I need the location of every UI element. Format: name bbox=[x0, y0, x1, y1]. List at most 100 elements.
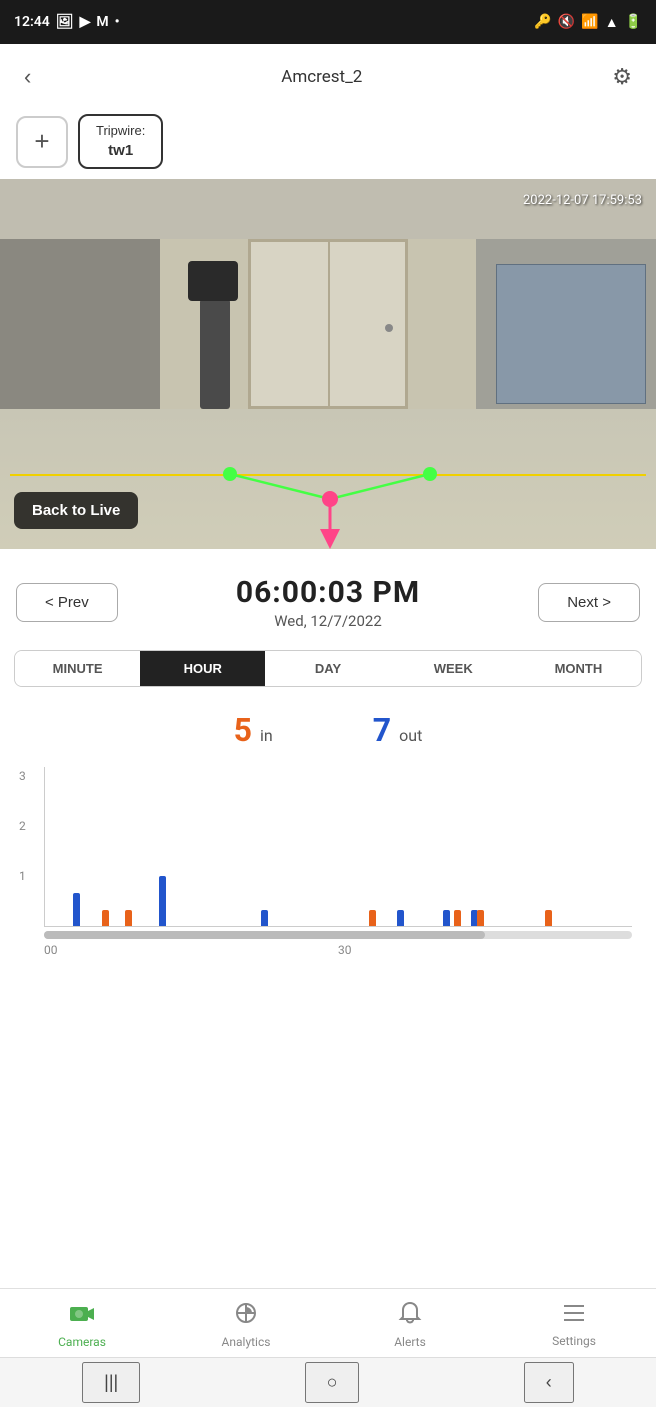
nav-cameras[interactable]: Cameras bbox=[0, 1301, 164, 1349]
blue-bar bbox=[261, 910, 268, 927]
period-day[interactable]: DAY bbox=[265, 651, 390, 686]
page-title: Amcrest_2 bbox=[281, 67, 362, 87]
nav-analytics[interactable]: Analytics bbox=[164, 1301, 328, 1349]
chart-x-labels: 00 30 bbox=[44, 943, 632, 957]
y-label-2: 2 bbox=[19, 819, 26, 833]
orange-bar bbox=[102, 910, 109, 927]
chart-scrollbar[interactable] bbox=[44, 931, 632, 939]
wall-left bbox=[0, 239, 160, 409]
wifi-icon: 📶 bbox=[581, 14, 598, 30]
settings-label: Settings bbox=[552, 1334, 596, 1348]
settings-nav-icon bbox=[562, 1302, 586, 1330]
analytics-icon bbox=[233, 1301, 259, 1331]
y-label-1: 1 bbox=[19, 869, 26, 883]
chart-bar bbox=[454, 910, 461, 927]
blue-bar bbox=[443, 910, 450, 927]
y-label-3: 3 bbox=[19, 769, 26, 783]
door bbox=[248, 239, 408, 409]
next-button[interactable]: Next > bbox=[538, 583, 640, 622]
blue-bar bbox=[159, 876, 166, 926]
equipment-panel bbox=[496, 264, 646, 404]
blue-bar bbox=[397, 910, 404, 927]
room-ceiling bbox=[0, 179, 656, 239]
chart-bar bbox=[443, 910, 450, 927]
status-bar: 12:44 🖼 ▶ M • 🔑 🔇 📶 ▲ 🔋 bbox=[0, 0, 656, 44]
tripwire-label: Tripwire: bbox=[96, 122, 145, 140]
x-label-00: 00 bbox=[44, 943, 58, 957]
camera-view: EXIT 2022-12-07 17:59:53 Back to Live bbox=[0, 179, 656, 549]
orange-bar bbox=[454, 910, 461, 927]
device-stand bbox=[200, 299, 230, 409]
orange-bar bbox=[369, 910, 376, 927]
chart-bar bbox=[397, 910, 404, 927]
in-count-item: 5 in bbox=[234, 711, 273, 749]
inout-counts: 5 in 7 out bbox=[0, 699, 656, 757]
period-week[interactable]: WEEK bbox=[391, 651, 516, 686]
chart-bar bbox=[102, 910, 109, 927]
tripwire-line bbox=[10, 474, 646, 476]
nav-settings[interactable]: Settings bbox=[492, 1302, 656, 1348]
chart-bar bbox=[477, 910, 484, 927]
chart-bar bbox=[73, 893, 80, 926]
header: ‹ Amcrest_2 ⚙ bbox=[0, 44, 656, 106]
period-minute[interactable]: MINUTE bbox=[15, 651, 140, 686]
playback-info: 06:00:03 PM Wed, 12/7/2022 bbox=[236, 575, 420, 630]
playback-date: Wed, 12/7/2022 bbox=[236, 612, 420, 630]
period-hour[interactable]: HOUR bbox=[140, 651, 265, 686]
key-icon: 🔑 bbox=[534, 14, 551, 30]
gmail-icon: M bbox=[96, 14, 108, 30]
back-button[interactable]: ‹ bbox=[20, 60, 35, 94]
cameras-label: Cameras bbox=[58, 1335, 106, 1349]
settings-button[interactable]: ⚙ bbox=[608, 60, 636, 94]
tripwire-value: tw1 bbox=[96, 140, 145, 161]
door-line bbox=[328, 242, 330, 406]
android-recents[interactable]: ||| bbox=[82, 1362, 140, 1403]
battery-icon: 🔋 bbox=[625, 14, 642, 30]
out-count-item: 7 out bbox=[373, 711, 423, 749]
device-top bbox=[188, 261, 238, 301]
chart-bar bbox=[261, 910, 268, 927]
door-handle bbox=[385, 324, 393, 332]
chart-bar bbox=[545, 910, 552, 927]
chart-bar bbox=[159, 876, 166, 926]
in-count: 5 bbox=[234, 711, 252, 749]
orange-bar bbox=[545, 910, 552, 927]
chart-scrollbar-inner bbox=[44, 931, 485, 939]
orange-bar bbox=[477, 910, 484, 927]
chart-bar bbox=[369, 910, 376, 927]
chart-area: 3 2 1 bbox=[44, 767, 632, 927]
period-selector: MINUTE HOUR DAY WEEK MONTH bbox=[14, 650, 642, 687]
android-home[interactable]: ○ bbox=[305, 1362, 360, 1403]
alerts-label: Alerts bbox=[394, 1335, 426, 1349]
playback-section: < Prev 06:00:03 PM Wed, 12/7/2022 Next > bbox=[0, 549, 656, 638]
toolbar: + Tripwire: tw1 bbox=[0, 106, 656, 179]
x-label-30: 30 bbox=[338, 943, 352, 957]
playback-nav: < Prev 06:00:03 PM Wed, 12/7/2022 Next > bbox=[16, 575, 640, 630]
signal-icon: ▲ bbox=[605, 14, 619, 31]
cameras-icon bbox=[68, 1301, 96, 1331]
chart-section: 3 2 1 00 30 bbox=[0, 757, 656, 957]
orange-bar bbox=[125, 910, 132, 927]
mute-icon: 🔇 bbox=[558, 14, 575, 30]
playback-time: 06:00:03 PM bbox=[236, 575, 420, 610]
out-label: out bbox=[399, 726, 422, 745]
android-nav: ||| ○ ‹ bbox=[0, 1357, 656, 1407]
blue-bar bbox=[73, 893, 80, 926]
add-button[interactable]: + bbox=[16, 116, 68, 168]
android-back[interactable]: ‹ bbox=[524, 1362, 574, 1403]
period-month[interactable]: MONTH bbox=[516, 651, 641, 686]
time-display: 12:44 bbox=[14, 14, 50, 30]
back-to-live-button[interactable]: Back to Live bbox=[14, 492, 138, 529]
youtube-icon: ▶ bbox=[80, 14, 91, 30]
status-right: 🔑 🔇 📶 ▲ 🔋 bbox=[534, 14, 642, 31]
prev-button[interactable]: < Prev bbox=[16, 583, 118, 622]
alerts-icon bbox=[398, 1301, 422, 1331]
nav-alerts[interactable]: Alerts bbox=[328, 1301, 492, 1349]
out-count: 7 bbox=[373, 711, 391, 749]
bottom-nav: Cameras Analytics Alerts bbox=[0, 1288, 656, 1357]
dot-icon: • bbox=[115, 14, 120, 30]
tripwire-selector[interactable]: Tripwire: tw1 bbox=[78, 114, 163, 169]
photo-icon: 🖼 bbox=[56, 14, 74, 30]
status-left: 12:44 🖼 ▶ M • bbox=[14, 14, 120, 30]
analytics-label: Analytics bbox=[222, 1335, 271, 1349]
